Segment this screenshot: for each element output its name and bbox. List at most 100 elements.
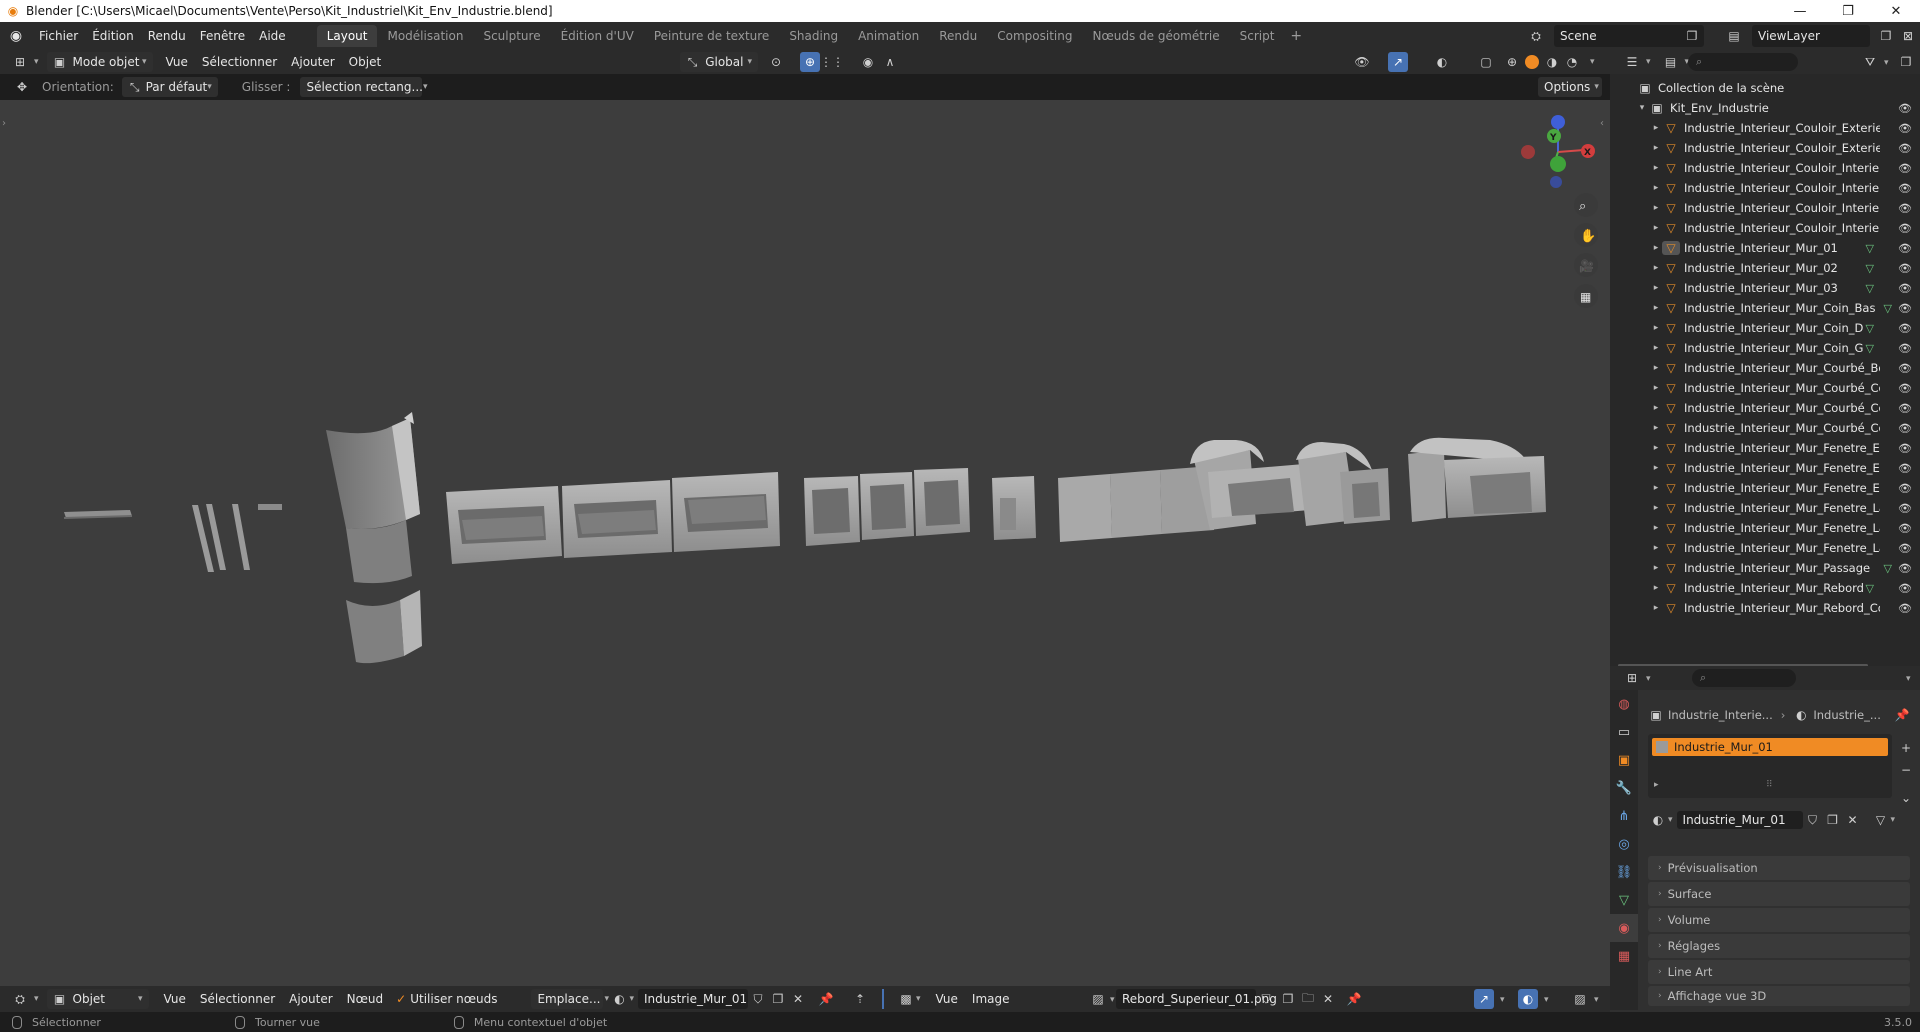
outliner-search-input[interactable]: ⌕ [1688,53,1798,71]
expand-arrow-icon[interactable]: ▸ [1650,443,1662,453]
outliner-item[interactable]: ▸ ▽ Industrie_Interieur_Mur_02 ▽ 👁 [1610,258,1920,278]
eye-icon[interactable]: 👁 [1898,242,1912,255]
tab-scripting[interactable]: Script [1230,25,1285,47]
image-unlink-icon[interactable]: ✕ [1318,989,1338,1009]
outliner-item[interactable]: ▸ ▽ Industrie_Interieur_Mur_01 ▽ 👁 [1610,238,1920,258]
mesh-data-icon[interactable]: ▽ [1866,582,1874,595]
eye-icon[interactable]: 👁 [1898,262,1912,275]
minimize-icon[interactable]: — [1780,0,1820,22]
slot-expand-icon[interactable]: ▸ [1654,780,1659,790]
material-name-field[interactable]: Industrie_Mur_01 [1676,811,1803,829]
panel-settings[interactable]: › Réglages [1648,934,1910,958]
tab-texture-icon[interactable]: ▦ [1610,942,1638,970]
image-fake-user-icon[interactable]: ⛉ [1256,989,1276,1009]
tab-uv-editing[interactable]: Édition d'UV [551,25,644,47]
grid-perspective-icon[interactable]: ▦ [1580,290,1591,304]
tab-texture-paint[interactable]: Peinture de texture [644,25,779,47]
image-editor-type-icon[interactable]: ▩ [896,989,916,1009]
scene-icon[interactable]: ⛭ [1526,26,1546,46]
node-fake-user-icon[interactable]: ⛉ [748,989,768,1009]
outliner-item[interactable]: ▸ ▽ Industrie_Interieur_Mur_Fenetre_Etroit… [1610,458,1920,478]
scene-collection-row[interactable]: ▣ Collection de la scène [1610,78,1920,98]
material-unlink-icon[interactable]: ✕ [1843,810,1863,830]
eye-icon[interactable]: 👁 [1898,602,1912,615]
outliner-item[interactable]: ▸ ▽ Industrie_Interieur_Mur_Passage ▽ 👁 [1610,558,1920,578]
mode-dropdown[interactable]: ▣ Mode objet ▾ [46,52,153,72]
options-dropdown[interactable]: Options ▾ [1538,77,1602,97]
node-material-copy-icon[interactable]: ❐ [768,989,788,1009]
tab-geometry-nodes[interactable]: Nœuds de géométrie [1082,25,1229,47]
toolbar-expand-icon[interactable]: › [2,118,6,129]
new-collection-icon[interactable]: ❐ [1896,52,1916,72]
properties-editor-caret[interactable]: ▾ [1646,674,1651,684]
expand-arrow-icon[interactable]: ▸ [1650,383,1662,393]
eye-icon[interactable]: 👁 [1898,122,1912,135]
shading-material-icon[interactable]: ◑ [1542,52,1562,72]
image-overlay-caret[interactable]: ▾ [1544,995,1549,1005]
proportional-icon[interactable]: ◉ [858,52,878,72]
tab-constraints-icon[interactable]: ⛓ [1610,858,1638,886]
eye-icon[interactable]: 👁 [1898,342,1912,355]
panel-line-art[interactable]: › Line Art [1648,960,1910,984]
outliner-item[interactable]: ▸ ▽ Industrie_Interieur_Mur_03 ▽ 👁 [1610,278,1920,298]
collection-row[interactable]: ▾ ▣ Kit_Env_Industrie 👁 [1610,98,1920,118]
image-open-icon[interactable]: 🗀 [1298,989,1318,1009]
expand-arrow-icon[interactable]: ▸ [1650,223,1662,233]
eye-icon[interactable]: 👁 [1898,282,1912,295]
outliner-item[interactable]: ▸ ▽ Industrie_Interieur_Mur_Rebord ▽ 👁 [1610,578,1920,598]
zoom-icon[interactable]: ⌕ [1579,199,1586,214]
image-display-icon[interactable]: ▨ [1570,989,1590,1009]
snap-target-icon[interactable]: ⋮⋮ [820,52,844,72]
node-editor-type-caret[interactable]: ▾ [34,994,39,1004]
menu-select[interactable]: Sélectionner [195,51,284,73]
node-editor-type-icon[interactable]: ⛭ [10,989,30,1009]
snap-icon[interactable]: ⊕ [800,52,820,72]
image-gizmo-caret[interactable]: ▾ [1500,995,1505,1005]
mesh-plain-walls[interactable] [1058,466,1214,542]
tab-object-icon[interactable]: ▣ [1610,746,1638,774]
orientation-dropdown[interactable]: ⤡ Par défaut ▾ [121,77,218,97]
expand-arrow-icon[interactable]: ▸ [1650,563,1662,573]
panel-surface[interactable]: › Surface [1648,882,1910,906]
close-icon[interactable]: ✕ [1876,0,1916,22]
eye-icon[interactable]: 👁 [1898,162,1912,175]
outliner-item[interactable]: ▸ ▽ Industrie_Interieur_Mur_Fenetre_Etroit… [1610,478,1920,498]
tab-shading[interactable]: Shading [779,25,848,47]
properties-editor-icon[interactable]: ⊞ [1622,668,1642,688]
image-display-caret[interactable]: ▾ [1594,995,1599,1005]
properties-options-caret[interactable]: ▾ [1906,674,1911,684]
eye-icon[interactable]: 👁 [1898,182,1912,195]
expand-arrow-icon[interactable]: ▸ [1650,523,1662,533]
shading-caret-icon[interactable]: ▾ [1590,57,1595,67]
image-overlay-icon[interactable]: ◐ [1518,989,1538,1009]
falloff-icon[interactable]: ∧ [880,52,900,72]
collection-expand-icon[interactable]: ▾ [1636,103,1648,113]
outliner-filter-mode-icon[interactable]: ▤ [1661,52,1681,72]
node-menu-add[interactable]: Ajouter [282,988,340,1010]
menu-file[interactable]: Fichier [32,25,85,47]
fake-user-icon[interactable]: ⛉ [1803,810,1823,830]
shader-type-dropdown[interactable]: ▣ Objet ▾ [46,989,149,1009]
expand-arrow-icon[interactable]: ▸ [1650,543,1662,553]
node-menu-view[interactable]: Vue [157,988,193,1010]
tab-rendering[interactable]: Rendu [929,25,987,47]
menu-object[interactable]: Objet [342,51,388,73]
image-menu-image[interactable]: Image [965,988,1017,1010]
outliner-item[interactable]: ▸ ▽ Industrie_Interieur_Mur_Fenetre_Large_… [1610,538,1920,558]
mesh-data-icon[interactable]: ▽ [1866,262,1874,275]
expand-arrow-icon[interactable]: ▸ [1650,603,1662,613]
eye-icon[interactable]: 👁 [1898,382,1912,395]
slot-dropdown[interactable]: Emplace... ▾ [531,989,609,1009]
outliner-item[interactable]: ▸ ▽ Industrie_Interieur_Couloir_Interieur_… [1610,178,1920,198]
mesh-rods[interactable] [63,504,282,572]
eye-icon[interactable]: 👁 [1898,542,1912,555]
eye-icon[interactable]: 👁 [1898,582,1912,595]
outliner-item[interactable]: ▸ ▽ Industrie_Interieur_Couloir_Exterieur 👁 [1610,118,1920,138]
move-tool-icon[interactable]: ✥ [12,77,32,97]
eye-icon[interactable]: 👁 [1898,482,1912,495]
expand-arrow-icon[interactable]: ▸ [1650,243,1662,253]
link-mode-icon[interactable]: ▽ [1871,810,1891,830]
tab-collection-icon[interactable]: ▭ [1610,718,1638,746]
mesh-window-walls-narrow[interactable] [804,468,1036,546]
slot-add-icon[interactable]: + [1896,738,1916,758]
